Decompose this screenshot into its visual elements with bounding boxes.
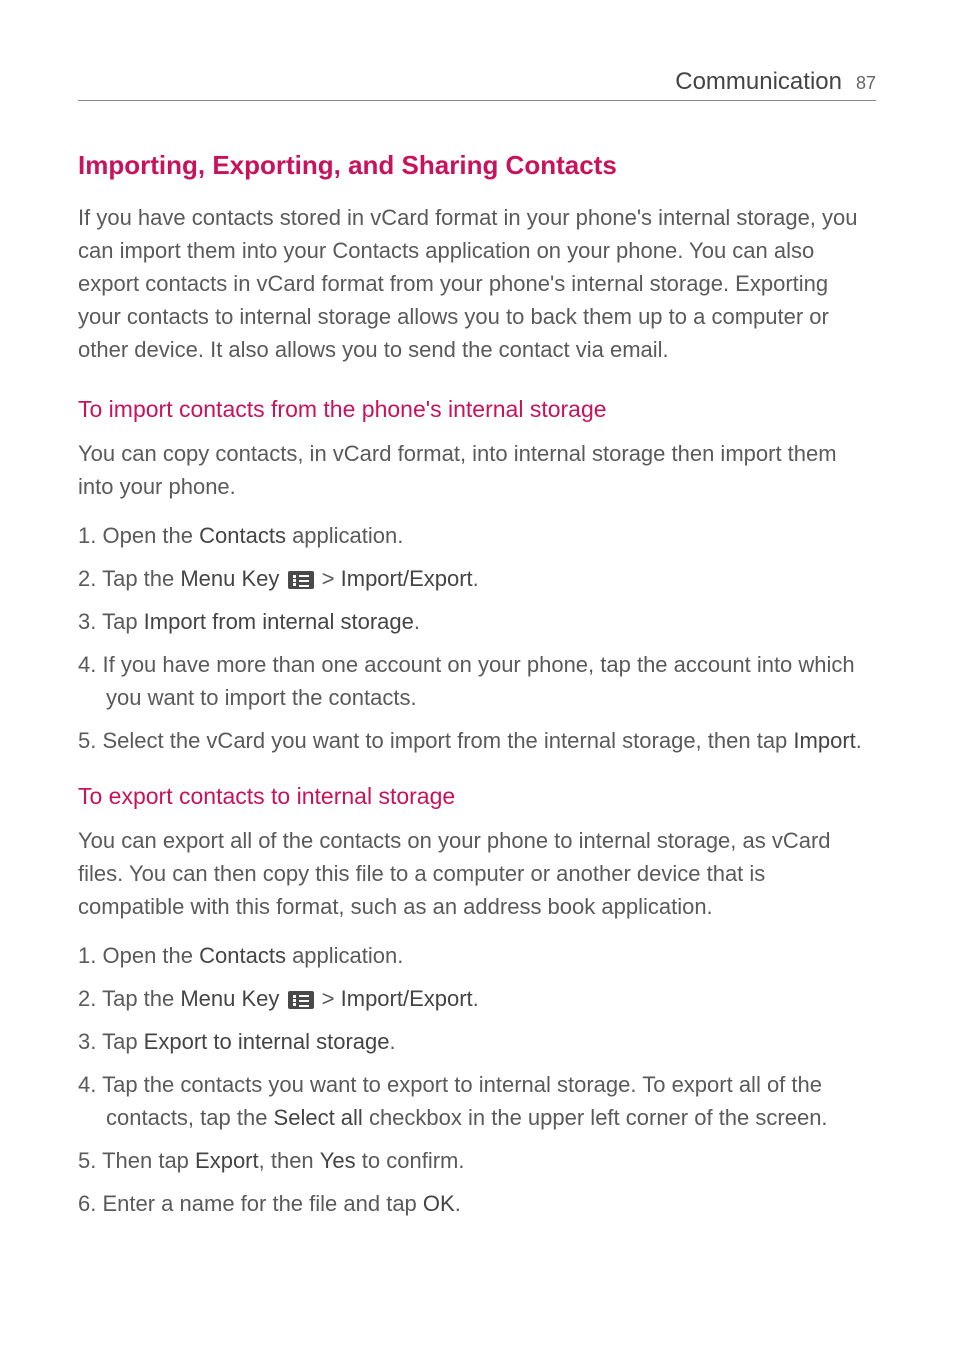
list-item: Select the vCard you want to import from… <box>78 724 876 757</box>
list-item: Then tap Export, then Yes to confirm. <box>78 1144 876 1177</box>
list-item: Tap the Menu Key > Import/Export. <box>78 982 876 1015</box>
menu-key-icon <box>288 991 314 1009</box>
export-body: You can export all of the contacts on yo… <box>78 824 876 923</box>
header-title: Communication <box>675 68 842 96</box>
contacts-label: Contacts <box>199 943 286 968</box>
import-steps: Open the Contacts application. Tap the M… <box>78 519 876 757</box>
menu-key-label: Menu Key <box>180 566 279 591</box>
list-item: Tap Import from internal storage. <box>78 605 876 638</box>
contacts-label: Contacts <box>199 523 286 548</box>
export-to-storage-label: Export to internal storage <box>144 1029 390 1054</box>
export-heading: To export contacts to internal storage <box>78 783 876 810</box>
export-steps: Open the Contacts application. Tap the M… <box>78 939 876 1220</box>
import-export-label: Import/Export <box>341 566 473 591</box>
list-item: Open the Contacts application. <box>78 519 876 552</box>
yes-label: Yes <box>320 1148 356 1173</box>
export-label: Export <box>195 1148 259 1173</box>
list-item: Tap Export to internal storage. <box>78 1025 876 1058</box>
header-divider <box>78 100 876 101</box>
page-header: Communication 87 <box>675 68 876 96</box>
page-number: 87 <box>856 73 876 94</box>
import-export-label: Import/Export <box>341 986 473 1011</box>
list-item: Open the Contacts application. <box>78 939 876 972</box>
select-all-label: Select all <box>274 1105 363 1130</box>
import-label: Import <box>793 728 855 753</box>
import-body: You can copy contacts, in vCard format, … <box>78 437 876 503</box>
menu-key-label: Menu Key <box>180 986 279 1011</box>
list-item: Enter a name for the file and tap OK. <box>78 1187 876 1220</box>
ok-label: OK <box>423 1191 455 1216</box>
intro-paragraph: If you have contacts stored in vCard for… <box>78 201 876 366</box>
import-from-storage-label: Import from internal storage <box>144 609 414 634</box>
menu-key-icon <box>288 571 314 589</box>
page-content: Importing, Exporting, and Sharing Contac… <box>78 150 876 1220</box>
list-item: Tap the contacts you want to export to i… <box>78 1068 876 1134</box>
import-heading: To import contacts from the phone's inte… <box>78 396 876 423</box>
list-item: Tap the Menu Key > Import/Export. <box>78 562 876 595</box>
list-item: If you have more than one account on you… <box>78 648 876 714</box>
section-title: Importing, Exporting, and Sharing Contac… <box>78 150 876 181</box>
